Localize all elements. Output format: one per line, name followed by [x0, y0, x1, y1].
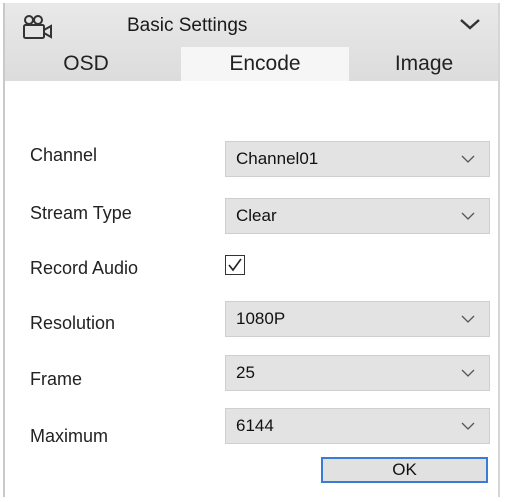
tab-image[interactable]: Image: [349, 47, 499, 81]
frame-label: Frame: [30, 369, 83, 389]
tab-osd[interactable]: OSD: [11, 47, 161, 81]
settings-panel: Basic Settings OSD Encode Image Channel …: [3, 3, 500, 497]
frame-select[interactable]: 25: [225, 355, 490, 391]
encode-form: Channel Channel01 Stream Type Clear Reco…: [5, 83, 498, 497]
panel-title: Basic Settings: [127, 15, 248, 36]
stream-type-select[interactable]: Clear: [225, 198, 490, 234]
channel-label: Channel: [30, 145, 98, 165]
chevron-down-icon: [461, 315, 475, 323]
channel-select[interactable]: Channel01: [225, 141, 490, 177]
camera-settings-icon: [23, 15, 52, 39]
resolution-label: Resolution: [30, 313, 116, 333]
stream-type-label: Stream Type: [30, 203, 132, 223]
stream-type-value: Clear: [236, 206, 277, 225]
resolution-select[interactable]: 1080P: [225, 301, 490, 337]
maximum-select[interactable]: 6144: [225, 408, 490, 444]
chevron-down-icon: [461, 369, 475, 377]
tab-encode[interactable]: Encode: [181, 47, 349, 81]
chevron-down-icon: [461, 422, 475, 430]
maximum-label: Maximum: [30, 426, 109, 446]
frame-value: 25: [236, 363, 255, 382]
chevron-down-icon[interactable]: [459, 17, 481, 31]
title-bar[interactable]: Basic Settings: [5, 3, 498, 45]
chevron-down-icon: [461, 212, 475, 220]
record-audio-checkbox[interactable]: [225, 255, 245, 275]
checkmark-icon: [228, 258, 242, 272]
resolution-value: 1080P: [236, 309, 286, 328]
chevron-down-icon: [461, 155, 475, 163]
channel-value: Channel01: [236, 149, 319, 168]
record-audio-label: Record Audio: [30, 258, 139, 278]
maximum-value: 6144: [236, 416, 274, 435]
tab-bar: OSD Encode Image: [5, 47, 498, 81]
ok-button[interactable]: OK: [321, 457, 488, 483]
panel-header: Basic Settings OSD Encode Image: [5, 3, 498, 81]
